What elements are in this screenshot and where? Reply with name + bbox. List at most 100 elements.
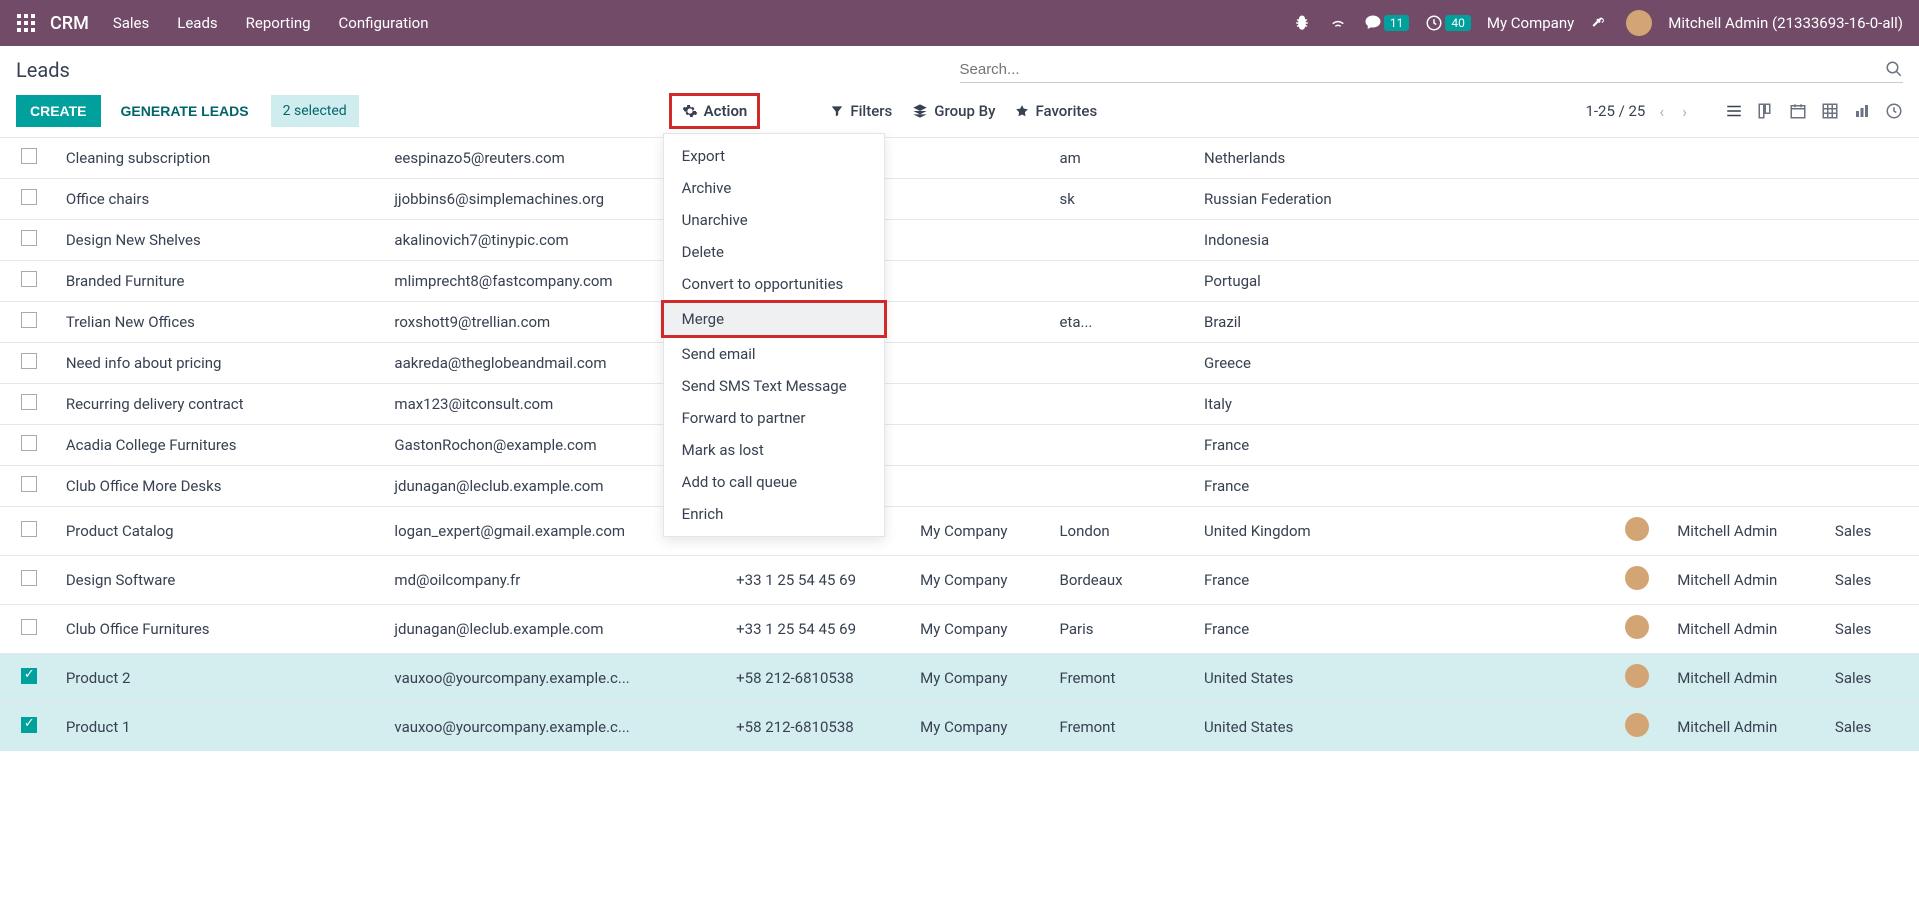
table-row[interactable]: Product Catalog logan_expert@gmail.examp… — [0, 507, 1919, 556]
wifi-icon[interactable] — [1328, 13, 1348, 33]
activity-view-icon[interactable] — [1885, 102, 1903, 120]
row-checkbox[interactable] — [21, 476, 37, 492]
pager-next[interactable]: › — [1678, 102, 1691, 121]
row-checkbox[interactable] — [21, 521, 37, 537]
action-menu-item-archive[interactable]: Archive — [664, 172, 884, 204]
table-row[interactable]: Product 1 vauxoo@yourcompany.example.c..… — [0, 703, 1919, 752]
pager-text[interactable]: 1-25 / 25 — [1585, 102, 1645, 120]
generate-leads-button[interactable]: GENERATE LEADS — [111, 95, 259, 127]
cell-phone: +33 1 25 54 45 69 — [728, 605, 912, 654]
action-menu-item-forward-to-partner[interactable]: Forward to partner — [664, 402, 884, 434]
filters-button[interactable]: Filters — [830, 102, 892, 120]
row-checkbox[interactable] — [21, 189, 37, 205]
cell-team: Sales — [1827, 703, 1919, 752]
nav-configuration[interactable]: Configuration — [339, 14, 429, 32]
row-checkbox[interactable] — [21, 570, 37, 586]
row-checkbox[interactable] — [21, 148, 37, 164]
cell-salesperson — [1669, 302, 1827, 343]
action-menu-item-enrich[interactable]: Enrich — [664, 498, 884, 530]
cell-company — [912, 138, 1051, 179]
cell-company: My Company — [912, 703, 1051, 752]
table-row[interactable]: Design New Shelves akalinovich7@tinypic.… — [0, 220, 1919, 261]
action-menu-item-delete[interactable]: Delete — [664, 236, 884, 268]
messages-button[interactable]: 11 — [1364, 14, 1410, 32]
cell-name: Cleaning subscription — [58, 138, 387, 179]
cell-city: sk — [1051, 179, 1196, 220]
tools-icon[interactable] — [1590, 13, 1610, 33]
cell-name: Design New Shelves — [58, 220, 387, 261]
cell-avatar — [1617, 384, 1670, 425]
row-checkbox[interactable] — [21, 230, 37, 246]
cell-salesperson — [1669, 138, 1827, 179]
selection-count[interactable]: 2 selected — [271, 95, 359, 127]
graph-view-icon[interactable] — [1853, 102, 1871, 120]
list-view-icon[interactable] — [1725, 102, 1743, 120]
table-row[interactable]: Branded Furniture mlimprecht8@fastcompan… — [0, 261, 1919, 302]
table-row[interactable]: Cleaning subscription eespinazo5@reuters… — [0, 138, 1919, 179]
cell-country: France — [1196, 466, 1617, 507]
table-row[interactable]: Design Software md@oilcompany.fr +33 1 2… — [0, 556, 1919, 605]
row-checkbox[interactable] — [21, 717, 37, 733]
row-checkbox[interactable] — [21, 668, 37, 684]
cell-name: Office chairs — [58, 179, 387, 220]
apps-icon[interactable] — [16, 13, 36, 33]
table-row[interactable]: Club Office More Desks jdunagan@leclub.e… — [0, 466, 1919, 507]
cell-avatar — [1617, 507, 1670, 556]
pivot-view-icon[interactable] — [1821, 102, 1839, 120]
search-icon[interactable] — [1885, 60, 1903, 78]
activities-button[interactable]: 40 — [1425, 14, 1471, 32]
table-row[interactable]: Recurring delivery contract max123@itcon… — [0, 384, 1919, 425]
action-menu-item-mark-as-lost[interactable]: Mark as lost — [664, 434, 884, 466]
cell-country: United States — [1196, 654, 1617, 703]
table-row[interactable]: Product 2 vauxoo@yourcompany.example.c..… — [0, 654, 1919, 703]
search-input[interactable] — [960, 61, 1886, 78]
row-checkbox[interactable] — [21, 619, 37, 635]
action-menu-item-export[interactable]: Export — [664, 140, 884, 172]
action-button[interactable]: Action — [669, 93, 761, 129]
cell-name: Product Catalog — [58, 507, 387, 556]
row-checkbox[interactable] — [21, 271, 37, 287]
cell-company — [912, 220, 1051, 261]
nav-reporting[interactable]: Reporting — [246, 14, 311, 32]
nav-leads[interactable]: Leads — [177, 14, 217, 32]
action-dropdown: Action ExportArchiveUnarchiveDeleteConve… — [669, 93, 761, 129]
debug-icon[interactable] — [1292, 13, 1312, 33]
cell-city: London — [1051, 507, 1196, 556]
favorites-button[interactable]: Favorites — [1015, 102, 1097, 120]
action-menu-item-convert-to-opportunities[interactable]: Convert to opportunities — [664, 268, 884, 300]
cell-avatar — [1617, 220, 1670, 261]
row-checkbox[interactable] — [21, 435, 37, 451]
search-bar[interactable] — [960, 56, 1904, 83]
calendar-view-icon[interactable] — [1789, 102, 1807, 120]
action-menu-item-unarchive[interactable]: Unarchive — [664, 204, 884, 236]
cell-team: Sales — [1827, 654, 1919, 703]
row-checkbox[interactable] — [21, 312, 37, 328]
pager-prev[interactable]: ‹ — [1655, 102, 1668, 121]
cell-team — [1827, 302, 1919, 343]
groupby-button[interactable]: Group By — [912, 102, 995, 120]
table-row[interactable]: Trelian New Offices roxshott9@trellian.c… — [0, 302, 1919, 343]
table-row[interactable]: Acadia College Furnitures GastonRochon@e… — [0, 425, 1919, 466]
cell-salesperson: Mitchell Admin — [1669, 556, 1827, 605]
cell-name: Club Office More Desks — [58, 466, 387, 507]
user-avatar[interactable] — [1626, 10, 1652, 36]
create-button[interactable]: CREATE — [16, 95, 101, 127]
action-menu-item-merge[interactable]: Merge — [661, 300, 887, 338]
brand[interactable]: CRM — [50, 13, 89, 34]
action-menu-item-add-to-call-queue[interactable]: Add to call queue — [664, 466, 884, 498]
table-row[interactable]: Club Office Furnitures jdunagan@leclub.e… — [0, 605, 1919, 654]
company-switcher[interactable]: My Company — [1487, 14, 1574, 32]
table-row[interactable]: Office chairs jjobbins6@simplemachines.o… — [0, 179, 1919, 220]
user-name[interactable]: Mitchell Admin (21333693-16-0-all) — [1668, 14, 1903, 32]
action-menu-item-send-email[interactable]: Send email — [664, 338, 884, 370]
cell-avatar — [1617, 605, 1670, 654]
cell-country: United States — [1196, 703, 1617, 752]
nav-sales[interactable]: Sales — [113, 14, 149, 32]
row-checkbox[interactable] — [21, 394, 37, 410]
cell-country: Indonesia — [1196, 220, 1617, 261]
kanban-view-icon[interactable] — [1757, 102, 1775, 120]
row-checkbox[interactable] — [21, 353, 37, 369]
table-row[interactable]: Need info about pricing aakreda@theglobe… — [0, 343, 1919, 384]
table-wrap[interactable]: Cleaning subscription eespinazo5@reuters… — [0, 137, 1919, 904]
action-menu-item-send-sms-text-message[interactable]: Send SMS Text Message — [664, 370, 884, 402]
